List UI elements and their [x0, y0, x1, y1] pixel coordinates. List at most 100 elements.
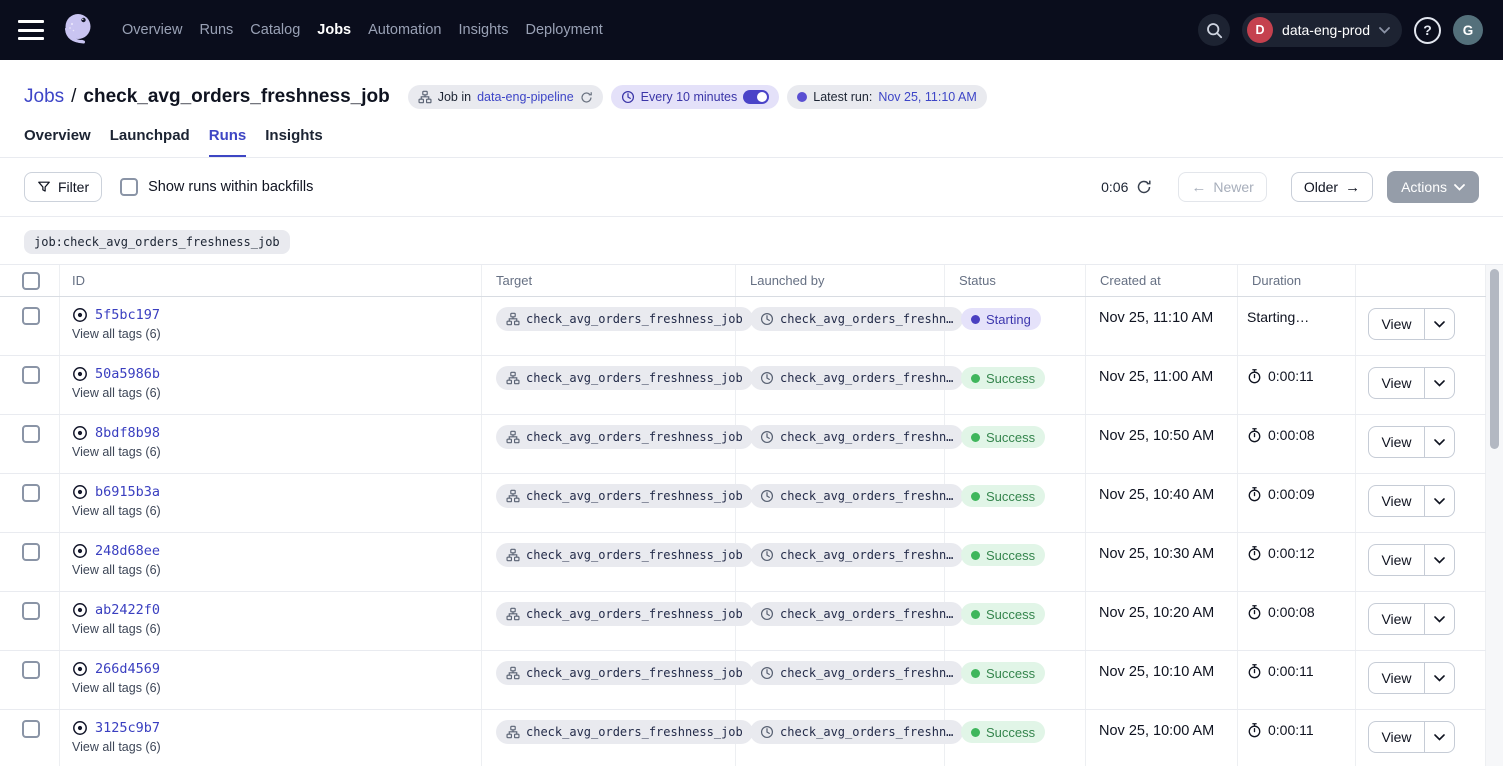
row-checkbox[interactable] — [22, 425, 40, 443]
row-checkbox[interactable] — [22, 366, 40, 384]
nav-item-jobs[interactable]: Jobs — [317, 22, 351, 38]
nav-item-insights[interactable]: Insights — [458, 22, 508, 38]
filter-button[interactable]: Filter — [24, 172, 102, 202]
run-id-link[interactable]: 8bdf8b98 — [95, 425, 160, 441]
target-pill[interactable]: check_avg_orders_freshness_job — [496, 543, 753, 567]
nav-item-overview[interactable]: Overview — [122, 22, 182, 38]
vertical-scrollbar-track[interactable] — [1486, 265, 1503, 766]
view-run-button[interactable]: View — [1368, 662, 1425, 694]
launched-by-pill[interactable]: check_avg_orders_freshn… — [750, 307, 963, 331]
search-button[interactable] — [1198, 14, 1230, 46]
schedule-toggle[interactable] — [743, 90, 769, 104]
launched-by-pill[interactable]: check_avg_orders_freshn… — [750, 425, 963, 449]
run-id-link[interactable]: 3125c9b7 — [95, 720, 160, 736]
view-run-button[interactable]: View — [1368, 603, 1425, 635]
dagster-logo-icon[interactable] — [58, 10, 98, 50]
view-all-tags-link[interactable]: View all tags (6) — [72, 740, 481, 754]
view-run-dropdown-button[interactable] — [1425, 308, 1455, 340]
run-id-link[interactable]: ab2422f0 — [95, 602, 160, 618]
view-all-tags-link[interactable]: View all tags (6) — [72, 563, 481, 577]
view-run-dropdown-button[interactable] — [1425, 662, 1455, 694]
view-all-tags-link[interactable]: View all tags (6) — [72, 681, 481, 695]
deployment-switcher[interactable]: D data-eng-prod — [1242, 13, 1402, 47]
status-badge[interactable]: Success — [961, 485, 1045, 507]
launched-by-pill[interactable]: check_avg_orders_freshn… — [750, 484, 963, 508]
older-button[interactable]: Older → — [1291, 172, 1373, 202]
sync-icon[interactable] — [580, 91, 593, 104]
view-all-tags-link[interactable]: View all tags (6) — [72, 386, 481, 400]
view-run-button[interactable]: View — [1368, 544, 1425, 576]
vertical-scrollbar-thumb[interactable] — [1490, 269, 1499, 449]
column-header-id: ID — [60, 265, 482, 296]
avatar[interactable]: G — [1453, 15, 1483, 45]
tab-runs[interactable]: Runs — [209, 127, 247, 157]
nav-item-automation[interactable]: Automation — [368, 22, 441, 38]
tab-insights[interactable]: Insights — [265, 127, 323, 157]
target-pill[interactable]: check_avg_orders_freshness_job — [496, 307, 753, 331]
launched-by-pill[interactable]: check_avg_orders_freshn… — [750, 720, 963, 744]
row-checkbox[interactable] — [22, 543, 40, 561]
view-run-button[interactable]: View — [1368, 308, 1425, 340]
view-run-dropdown-button[interactable] — [1425, 367, 1455, 399]
view-run-dropdown-button[interactable] — [1425, 426, 1455, 458]
backfills-label[interactable]: Show runs within backfills — [148, 179, 313, 195]
row-checkbox[interactable] — [22, 661, 40, 679]
job-filter-tag[interactable]: job:check_avg_orders_freshness_job — [24, 230, 290, 254]
tab-overview[interactable]: Overview — [24, 127, 91, 157]
view-all-tags-link[interactable]: View all tags (6) — [72, 504, 481, 518]
row-checkbox[interactable] — [22, 307, 40, 325]
row-checkbox[interactable] — [22, 720, 40, 738]
run-id-link[interactable]: 50a5986b — [95, 366, 160, 382]
status-badge[interactable]: Success — [961, 603, 1045, 625]
refresh-icon[interactable] — [1136, 179, 1152, 195]
breadcrumb-jobs-link[interactable]: Jobs — [24, 86, 64, 108]
status-badge[interactable]: Success — [961, 367, 1045, 389]
newer-button[interactable]: ← Newer — [1178, 172, 1266, 202]
actions-button[interactable]: Actions — [1387, 171, 1479, 203]
status-badge[interactable]: Success — [961, 426, 1045, 448]
run-target-icon — [72, 661, 88, 677]
select-all-checkbox[interactable] — [22, 272, 40, 290]
status-badge[interactable]: Success — [961, 662, 1045, 684]
view-run-button[interactable]: View — [1368, 485, 1425, 517]
help-icon[interactable]: ? — [1414, 17, 1441, 44]
hamburger-menu-icon[interactable] — [18, 20, 44, 40]
status-badge[interactable]: Success — [961, 544, 1045, 566]
code-location-link[interactable]: data-eng-pipeline — [477, 90, 574, 104]
launched-by-pill[interactable]: check_avg_orders_freshn… — [750, 602, 963, 626]
tab-launchpad[interactable]: Launchpad — [110, 127, 190, 157]
view-run-dropdown-button[interactable] — [1425, 544, 1455, 576]
view-run-button[interactable]: View — [1368, 367, 1425, 399]
status-badge[interactable]: Success — [961, 721, 1045, 743]
run-id-link[interactable]: 248d68ee — [95, 543, 160, 559]
target-pill[interactable]: check_avg_orders_freshness_job — [496, 366, 753, 390]
row-checkbox[interactable] — [22, 484, 40, 502]
row-checkbox[interactable] — [22, 602, 40, 620]
target-pill[interactable]: check_avg_orders_freshness_job — [496, 602, 753, 626]
table-row: 3125c9b7 View all tags (6) check_avg_ord… — [0, 710, 1486, 766]
launched-by-pill[interactable]: check_avg_orders_freshn… — [750, 366, 963, 390]
view-run-dropdown-button[interactable] — [1425, 721, 1455, 753]
run-id-link[interactable]: b6915b3a — [95, 484, 160, 500]
backfills-checkbox[interactable] — [120, 178, 138, 196]
launched-by-pill[interactable]: check_avg_orders_freshn… — [750, 661, 963, 685]
status-badge[interactable]: Starting — [961, 308, 1041, 330]
nav-item-deployment[interactable]: Deployment — [525, 22, 602, 38]
nav-item-catalog[interactable]: Catalog — [250, 22, 300, 38]
view-all-tags-link[interactable]: View all tags (6) — [72, 445, 481, 459]
view-all-tags-link[interactable]: View all tags (6) — [72, 622, 481, 636]
target-pill[interactable]: check_avg_orders_freshness_job — [496, 720, 753, 744]
launched-by-pill[interactable]: check_avg_orders_freshn… — [750, 543, 963, 567]
latest-run-link[interactable]: Nov 25, 11:10 AM — [878, 90, 976, 104]
target-pill[interactable]: check_avg_orders_freshness_job — [496, 661, 753, 685]
run-id-link[interactable]: 266d4569 — [95, 661, 160, 677]
view-run-button[interactable]: View — [1368, 426, 1425, 458]
target-pill[interactable]: check_avg_orders_freshness_job — [496, 425, 753, 449]
nav-item-runs[interactable]: Runs — [199, 22, 233, 38]
view-all-tags-link[interactable]: View all tags (6) — [72, 327, 481, 341]
view-run-dropdown-button[interactable] — [1425, 485, 1455, 517]
target-pill[interactable]: check_avg_orders_freshness_job — [496, 484, 753, 508]
view-run-button[interactable]: View — [1368, 721, 1425, 753]
view-run-dropdown-button[interactable] — [1425, 603, 1455, 635]
run-id-link[interactable]: 5f5bc197 — [95, 307, 160, 323]
